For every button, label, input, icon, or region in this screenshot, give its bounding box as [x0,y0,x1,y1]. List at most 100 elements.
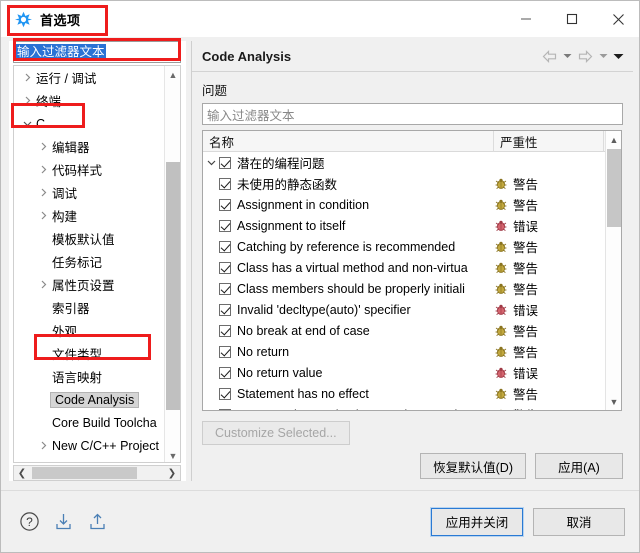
problem-severity-cell[interactable]: 警告 [494,405,604,410]
close-icon[interactable] [595,1,639,37]
sidebar-item-6[interactable]: 构建 [14,204,164,227]
apply-and-close-button[interactable]: 应用并关闭 [430,506,524,537]
problem-checkbox[interactable] [219,198,231,211]
table-row[interactable]: Catching by reference is recommended 警告 [203,236,605,257]
sidebar-item-0[interactable]: 运行 / 调试 [14,66,164,89]
table-row[interactable]: Invalid 'decltype(auto)' specifier 错误 [203,299,605,320]
problem-severity-cell[interactable]: 警告 [494,237,604,256]
chevron-right-icon[interactable] [20,73,35,82]
table-row[interactable]: No break at end of case 警告 [203,320,605,341]
sidebar-item-15[interactable]: Core Build Toolcha [14,411,164,434]
minimize-icon[interactable] [503,1,549,37]
footer-icons: ? [17,510,109,534]
table-row[interactable]: 未使用的静态函数 警告 [203,173,605,194]
sidebar-item-7[interactable]: 模板默认值 [14,227,164,250]
table-row[interactable]: No return 警告 [203,341,605,362]
problem-checkbox[interactable] [219,156,231,169]
apply-button[interactable]: 应用(A) [535,453,623,479]
forward-arrow-icon[interactable] [576,46,595,66]
problem-severity-cell[interactable]: 警告 [494,321,604,340]
chevron-right-icon[interactable] [36,280,51,289]
scroll-down-icon[interactable]: ▼ [165,447,180,462]
sidebar-item-12[interactable]: 文件类型 [14,342,164,365]
sidebar-item-4[interactable]: 代码样式 [14,158,164,181]
problem-severity-cell[interactable]: 错误 [494,300,604,319]
problem-checkbox[interactable] [219,366,231,379]
table-row[interactable]: Statement has no effect 警告 [203,383,605,404]
chevron-down-icon[interactable] [203,158,219,167]
problem-severity-cell[interactable]: 警告 [494,258,604,277]
back-arrow-icon[interactable] [540,46,559,66]
table-vertical-scrollbar[interactable]: ▲ ▼ [605,131,621,410]
cancel-button[interactable]: 取消 [533,507,625,536]
sidebar-item-5[interactable]: 调试 [14,181,164,204]
customize-selected-button[interactable]: Customize Selected... [202,421,350,445]
sidebar-filter-input[interactable]: 输入过滤器文本 [13,41,181,63]
table-row[interactable]: 潜在的编程问题 [203,152,605,173]
sidebar-item-9[interactable]: 属性页设置 [14,273,164,296]
help-question-icon[interactable]: ? [17,510,41,534]
sidebar-item-13[interactable]: 语言映射 [14,365,164,388]
chevron-right-icon[interactable] [36,211,51,220]
table-row[interactable]: Class has a virtual method and non-virtu… [203,257,605,278]
sidebar-item-3[interactable]: 编辑器 [14,135,164,158]
sidebar-item-8[interactable]: 任务标记 [14,250,164,273]
problem-severity-cell[interactable]: 警告 [494,342,604,361]
chevron-right-icon[interactable] [20,96,35,105]
scroll-right-icon[interactable]: ❯ [164,466,180,480]
sidebar-vertical-scrollbar[interactable]: ▲ ▼ [164,66,180,462]
problem-checkbox[interactable] [219,261,231,274]
sidebar-item-1[interactable]: 终端 [14,89,164,112]
restore-defaults-button[interactable]: 恢复默认值(D) [420,453,526,479]
table-scroll-thumb[interactable] [607,149,621,227]
sidebar-item-17[interactable]: DevStyle [14,457,164,463]
problems-filter-input[interactable]: 输入过滤器文本 [202,103,623,125]
chevron-down-icon[interactable] [20,119,35,128]
table-row[interactable]: Suggested parenthesis around expression 警… [203,404,605,410]
chevron-right-icon[interactable] [36,188,51,197]
problem-checkbox[interactable] [219,240,231,253]
sidebar-item-10[interactable]: 索引器 [14,296,164,319]
chevron-right-icon[interactable] [36,142,51,151]
forward-chevron-down-icon[interactable] [597,46,610,66]
problem-checkbox[interactable] [219,282,231,295]
sidebar-horizontal-scrollbar[interactable]: ❮ ❯ [13,465,181,481]
problem-severity-cell[interactable]: 错误 [494,363,604,382]
problem-severity-cell[interactable]: 警告 [494,195,604,214]
table-row[interactable]: Assignment to itself 错误 [203,215,605,236]
column-header-name[interactable]: 名称 [203,131,494,152]
table-row[interactable]: No return value 错误 [203,362,605,383]
table-scroll-down-icon[interactable]: ▼ [606,393,621,410]
table-row[interactable]: Class members should be properly initial… [203,278,605,299]
sidebar-scroll-thumb[interactable] [166,162,180,410]
problem-checkbox[interactable] [219,408,231,410]
problem-severity-cell[interactable]: 警告 [494,174,604,193]
table-scroll-up-icon[interactable]: ▲ [606,131,621,148]
back-chevron-down-icon[interactable] [561,46,574,66]
table-row[interactable]: Assignment in condition 警告 [203,194,605,215]
problem-checkbox[interactable] [219,345,231,358]
export-icon[interactable] [85,510,109,534]
scroll-up-icon[interactable]: ▲ [165,66,180,83]
chevron-right-icon[interactable] [36,165,51,174]
sidebar-item-11[interactable]: 外观 [14,319,164,342]
view-menu-icon[interactable] [612,46,625,66]
problem-checkbox[interactable] [219,324,231,337]
maximize-icon[interactable] [549,1,595,37]
problem-checkbox[interactable] [219,303,231,316]
problem-severity-cell[interactable]: 错误 [494,216,604,235]
sidebar-hscroll-thumb[interactable] [32,467,137,479]
problem-severity-cell[interactable]: 警告 [494,279,604,298]
problem-checkbox[interactable] [219,387,231,400]
sidebar-item-14[interactable]: Code Analysis [14,388,164,411]
problem-severity-cell[interactable]: 警告 [494,384,604,403]
column-header-severity[interactable]: 严重性 [494,131,604,152]
problem-checkbox[interactable] [219,177,231,190]
problem-checkbox[interactable] [219,219,231,232]
preferences-tree: 运行 / 调试 终端 C 编辑器 代码样式 调试 构建 模板默认值 任务标记 属性页设置 索引器 外观… [13,65,181,463]
import-icon[interactable] [51,510,75,534]
chevron-right-icon[interactable] [36,441,51,450]
sidebar-item-2[interactable]: C [14,112,164,135]
scroll-left-icon[interactable]: ❮ [14,466,30,480]
sidebar-item-16[interactable]: New C/C++ Project [14,434,164,457]
